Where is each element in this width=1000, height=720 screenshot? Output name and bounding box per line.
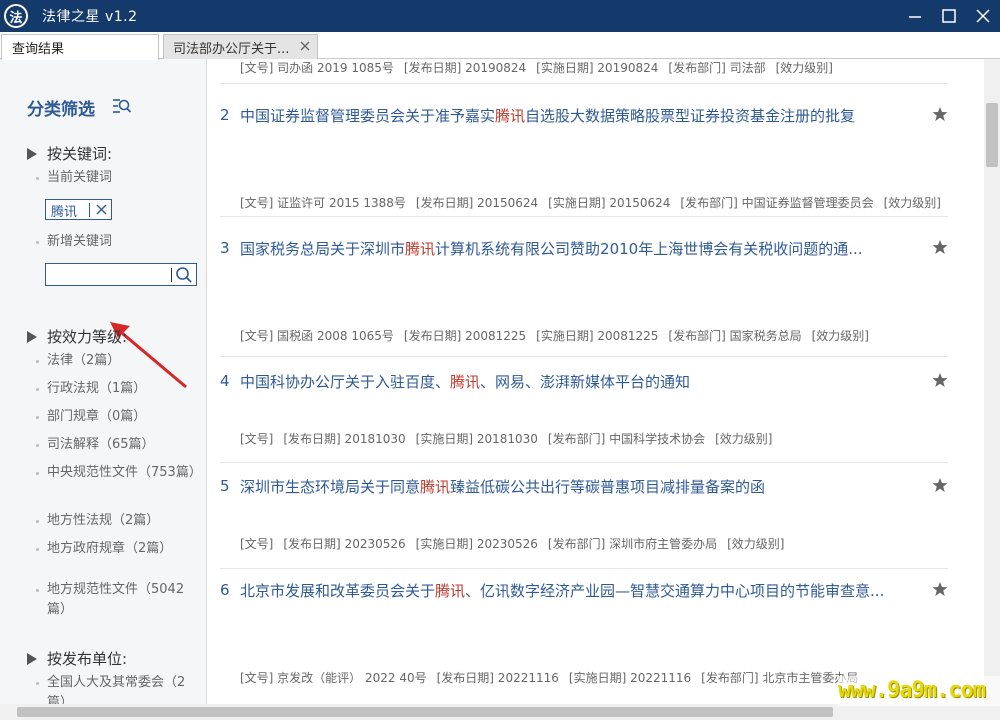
keyword-section-header[interactable]: 按关键词: bbox=[27, 143, 112, 164]
title-bar: 法 法律之星 v1.2 bbox=[0, 0, 1000, 32]
star-favorite-icon[interactable] bbox=[932, 581, 948, 597]
section-label: 按发布单位: bbox=[47, 650, 128, 668]
maximize-icon bbox=[942, 9, 956, 23]
vertical-scroll-thumb[interactable] bbox=[986, 103, 998, 167]
result-title-link[interactable]: 深圳市生态环境局关于同意腾讯臻益低碳公共出行等碳普惠项目减排量备案的函 bbox=[240, 473, 905, 501]
star-favorite-icon[interactable] bbox=[932, 477, 948, 493]
filter-sidebar: 分类筛选 按关键词: 当前关键词 腾讯 新增关键词 按效力等级: 法律（2篇） … bbox=[0, 59, 207, 704]
effect-filter-law[interactable]: 法律（2篇） bbox=[36, 351, 196, 371]
search-icon[interactable] bbox=[175, 266, 193, 284]
result-title-link[interactable]: 中国证券监督管理委员会关于准予嘉实腾讯自选股大数据策略股票型证券投资基金注册的批… bbox=[240, 102, 905, 130]
minimize-button[interactable] bbox=[898, 0, 932, 32]
result-item[interactable]: 4 中国科协办公厅关于入驻百度、腾讯、网易、澎湃新媒体平台的通知 [文号] [发布… bbox=[220, 368, 948, 463]
tab-label: 查询结果 bbox=[12, 42, 65, 57]
tab-bar: 查询结果 司法部办公厅关于... bbox=[0, 32, 1000, 60]
expand-triangle-icon bbox=[27, 653, 37, 665]
star-favorite-icon[interactable] bbox=[932, 372, 948, 388]
keyword-tag-text: 腾讯 bbox=[51, 205, 78, 220]
tab-label: 司法部办公厅关于... bbox=[173, 41, 290, 57]
result-meta: [文号] [发布日期] 20181030 [实施日期] 20181030 [发布部门]… bbox=[240, 432, 773, 446]
result-item[interactable]: 2 中国证券监督管理委员会关于准予嘉实腾讯自选股大数据策略股票型证券投资基金注册… bbox=[220, 102, 948, 217]
vertical-scrollbar[interactable] bbox=[984, 59, 1000, 704]
remove-keyword-icon[interactable] bbox=[95, 203, 108, 216]
result-number: 2 bbox=[220, 106, 230, 124]
horizontal-scrollbar[interactable] bbox=[0, 704, 1000, 720]
minimize-icon bbox=[909, 16, 921, 18]
result-number: 3 bbox=[220, 239, 230, 257]
section-label: 按关键词: bbox=[47, 145, 113, 163]
effect-level-section-header[interactable]: 按效力等级: bbox=[27, 326, 127, 347]
result-number: 5 bbox=[220, 477, 230, 495]
tab-query-results[interactable]: 查询结果 bbox=[1, 34, 159, 60]
filter-title: 分类筛选 bbox=[27, 100, 95, 120]
result-divider bbox=[220, 83, 948, 84]
horizontal-scroll-thumb[interactable] bbox=[17, 707, 833, 717]
keyword-tag: 腾讯 bbox=[45, 199, 112, 220]
result-meta: [文号] 证监许可 2015 1388号 [发布日期] 20150624 [实施日期… bbox=[240, 196, 941, 210]
result-meta: [文号] [发布日期] 20230526 [实施日期] 20230526 [发布部门]… bbox=[240, 537, 785, 551]
new-keyword-input[interactable] bbox=[50, 265, 170, 286]
effect-filter-local-gov-rule[interactable]: 地方政府规章（2篇） bbox=[36, 539, 196, 559]
app-logo-icon: 法 bbox=[4, 4, 28, 28]
new-keyword-field[interactable] bbox=[45, 263, 197, 286]
result-item[interactable]: 3 国家税务总局关于深圳市腾讯计算机系统有限公司赞助2010年上海世博会有关税收… bbox=[220, 235, 948, 357]
result-meta: [文号] 京发改（能评） 2022 40号 [发布日期] 20221116 [实施日… bbox=[240, 671, 859, 685]
effect-filter-local-normative[interactable]: 地方规范性文件（5042篇） bbox=[36, 580, 196, 620]
effect-filter-central-normative[interactable]: 中央规范性文件（753篇） bbox=[36, 463, 202, 483]
result-number: 4 bbox=[220, 372, 230, 390]
expand-triangle-icon bbox=[27, 148, 37, 160]
window-controls bbox=[898, 0, 1000, 32]
publisher-filter-npc[interactable]: 全国人大及其常委会（2篇） bbox=[36, 673, 196, 704]
result-meta: [文号] 司办函 2019 1085号 [发布日期] 20190824 [实施日期]… bbox=[240, 61, 833, 75]
star-favorite-icon[interactable] bbox=[932, 106, 948, 122]
effect-filter-admin-regulation[interactable]: 行政法规（1篇） bbox=[36, 379, 196, 399]
effect-filter-judicial-interpretation[interactable]: 司法解释（65篇） bbox=[36, 435, 196, 455]
result-number: 6 bbox=[220, 581, 230, 599]
filter-search-icon[interactable] bbox=[112, 97, 132, 115]
result-title-link[interactable]: 国家税务总局关于深圳市腾讯计算机系统有限公司赞助2010年上海世博会有关税收问题… bbox=[240, 235, 905, 263]
result-title-link[interactable]: 中国科协办公厅关于入驻百度、腾讯、网易、澎湃新媒体平台的通知 bbox=[240, 368, 905, 396]
maximize-button[interactable] bbox=[932, 0, 966, 32]
section-label: 按效力等级: bbox=[47, 328, 128, 346]
current-keyword-label: 当前关键词 bbox=[36, 168, 196, 188]
result-item[interactable]: 5 深圳市生态环境局关于同意腾讯臻益低碳公共出行等碳普惠项目减排量备案的函 [文… bbox=[220, 473, 948, 569]
expand-triangle-icon bbox=[27, 331, 37, 343]
tab-document[interactable]: 司法部办公厅关于... bbox=[163, 34, 318, 59]
star-favorite-icon[interactable] bbox=[932, 239, 948, 255]
close-icon bbox=[976, 9, 990, 23]
tab-close-icon[interactable] bbox=[299, 40, 311, 52]
publisher-section-header[interactable]: 按发布单位: bbox=[27, 648, 127, 669]
app-title: 法律之星 v1.2 bbox=[42, 9, 138, 25]
watermark: www.9a9m.com bbox=[838, 676, 1000, 706]
result-title-link[interactable]: 北京市发展和改革委员会关于腾讯、亿讯数字经济产业园—智慧交通算力中心项目的节能审… bbox=[240, 577, 905, 605]
effect-filter-dept-rule[interactable]: 部门规章（0篇） bbox=[36, 407, 196, 427]
close-window-button[interactable] bbox=[966, 0, 1000, 32]
results-list: [文号] 司办函 2019 1085号 [发布日期] 20190824 [实施日期]… bbox=[208, 59, 984, 704]
new-keyword-label: 新增关键词 bbox=[36, 232, 196, 252]
result-meta: [文号] 国税函 2008 1065号 [发布日期] 20081225 [实施日期]… bbox=[240, 329, 869, 343]
effect-filter-local-regulation[interactable]: 地方性法规（2篇） bbox=[36, 511, 196, 531]
